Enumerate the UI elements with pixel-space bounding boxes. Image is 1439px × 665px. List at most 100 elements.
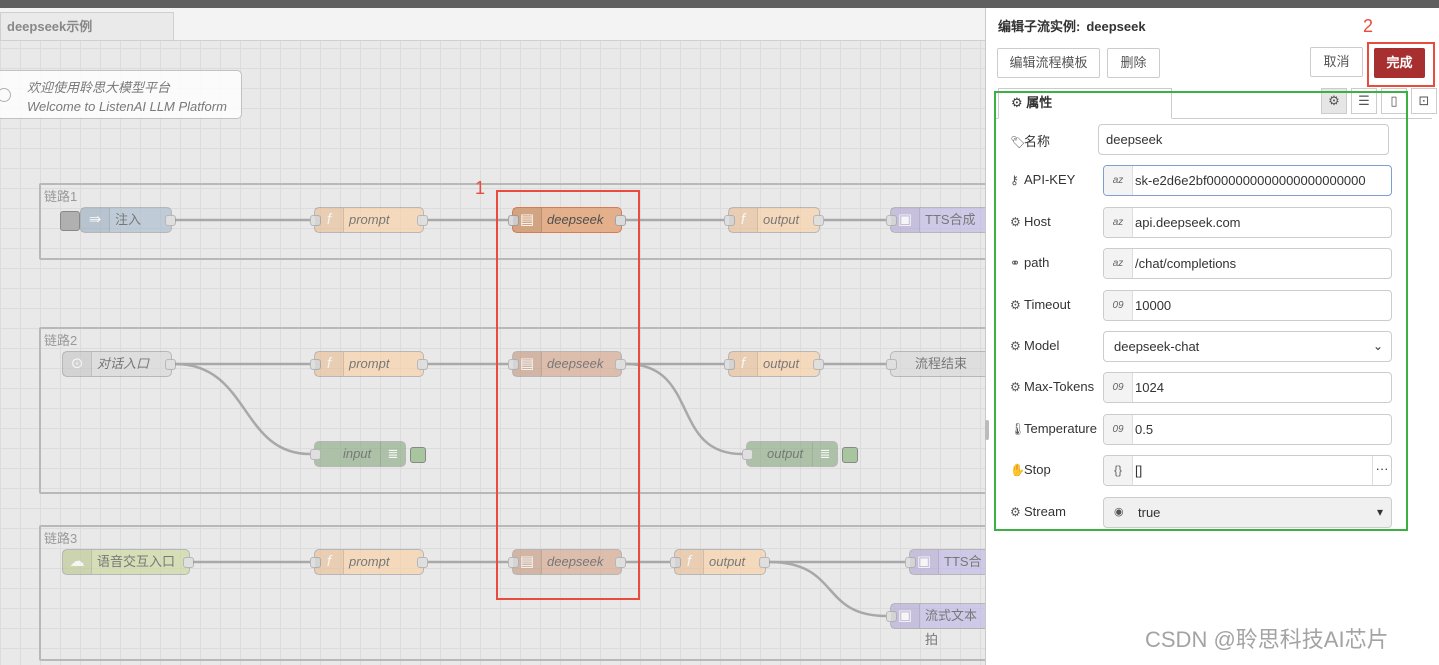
list-icon: ≣ — [380, 442, 405, 466]
function-icon: f — [729, 208, 758, 232]
node-label: prompt — [349, 356, 390, 371]
stop-field[interactable]: {} [] ··· — [1103, 455, 1392, 486]
timeout-label: ⚙ Timeout — [1010, 297, 1071, 312]
output-port[interactable] — [813, 215, 824, 226]
stop-label: ✋Stop — [1010, 462, 1051, 477]
node-function-output[interactable]: f output — [724, 351, 824, 377]
node-function-prompt[interactable]: f prompt — [310, 351, 428, 377]
temperature-label: 🌡Temperature — [1010, 421, 1097, 436]
output-port[interactable] — [165, 359, 176, 370]
host-field[interactable]: az api.deepseek.com — [1103, 207, 1392, 238]
node-chat-entry[interactable]: ⊙ 对话入口 — [62, 351, 176, 377]
debug-toggle-button[interactable] — [410, 447, 426, 463]
node-function-output[interactable]: f output — [724, 207, 824, 233]
node-label: prompt — [349, 212, 390, 227]
output-port[interactable] — [165, 215, 176, 226]
panel-title-text: 编辑子流实例: — [998, 19, 1081, 34]
input-port[interactable] — [742, 449, 753, 460]
group-label: 链路2 — [44, 333, 78, 348]
node-function-output[interactable]: f output — [670, 549, 770, 575]
path-value: /chat/completions — [1135, 256, 1237, 271]
temperature-field[interactable]: 09 0.5 — [1103, 414, 1392, 445]
timeout-value: 10000 — [1135, 298, 1172, 313]
panel-resize-handle[interactable] — [985, 420, 989, 440]
host-value: api.deepseek.com — [1135, 215, 1241, 230]
max-tokens-field[interactable]: 09 1024 — [1103, 372, 1392, 403]
output-port[interactable] — [417, 215, 428, 226]
node-label: output — [763, 356, 800, 371]
output-port[interactable] — [417, 557, 428, 568]
flow-workspace[interactable]: deepseek示例 欢迎使用聆思大模型平台 Welcome to Listen… — [0, 8, 985, 665]
model-value: deepseek-chat — [1114, 339, 1200, 354]
done-button[interactable]: 完成 — [1374, 48, 1425, 78]
watermark: CSDN @聆思科技AI芯片 — [1145, 627, 1389, 652]
group-label: 链路3 — [44, 531, 78, 546]
max-tokens-value: 1024 — [1135, 380, 1164, 395]
gear-icon: ⚙ — [1010, 215, 1021, 229]
name-value: deepseek — [1106, 132, 1163, 147]
panel-title-name: deepseek — [1086, 19, 1146, 34]
stream-label: ⚙ Stream — [1010, 504, 1066, 519]
node-label: 流程结束 — [915, 356, 968, 371]
api-key-label: ⚷ API-KEY — [1010, 172, 1076, 187]
node-function-prompt[interactable]: f prompt — [310, 549, 428, 575]
api-key-field[interactable]: az sk-e2d6e2bf0000000000000000000000 — [1103, 165, 1392, 196]
node-inject[interactable]: ⇛ 注入 — [80, 207, 176, 233]
cancel-button[interactable]: 取消 — [1310, 47, 1363, 77]
tag-icon: 🏷 — [1010, 135, 1026, 149]
thermometer-icon: 🌡 — [1010, 422, 1026, 436]
output-port[interactable] — [813, 359, 824, 370]
node-label: prompt — [349, 554, 390, 569]
output-port[interactable] — [183, 557, 194, 568]
node-debug-input[interactable]: input ≣ — [310, 441, 406, 467]
node-function-prompt[interactable]: f prompt — [310, 207, 428, 233]
name-field[interactable]: deepseek — [1098, 124, 1389, 155]
link-icon: ⚭ — [1010, 256, 1021, 270]
bool-type-icon: ◉ — [1114, 506, 1124, 518]
number-type-icon: 09 — [1104, 373, 1133, 402]
path-label: ⚭ path — [1010, 255, 1050, 270]
node-label: output — [709, 554, 746, 569]
group-label: 链路1 — [44, 189, 78, 204]
delete-button[interactable]: 删除 — [1107, 48, 1160, 78]
gear-icon: ⚙ — [1010, 298, 1021, 312]
input-port[interactable] — [886, 359, 897, 370]
tab-appearance-icon[interactable]: ⊡ — [1411, 88, 1437, 114]
gear-icon: ⚙ — [1010, 380, 1021, 394]
model-label: ⚙ Model — [1010, 338, 1060, 353]
function-icon: f — [315, 550, 344, 574]
timeout-field[interactable]: 09 10000 — [1103, 290, 1392, 321]
node-debug-output[interactable]: output ≣ — [742, 441, 838, 467]
gear-icon: ⚙ — [1010, 505, 1021, 519]
node-stream-text[interactable]: ▣ 流式文本拍 — [886, 603, 985, 647]
string-type-icon: az — [1104, 249, 1133, 278]
node-tts[interactable]: ▣ TTS合 — [905, 549, 985, 575]
path-field[interactable]: az /chat/completions — [1103, 248, 1392, 279]
edit-subflow-panel: 编辑子流实例: deepseek 2 编辑流程模板 删除 取消 完成 ⚙ 属性 ⚙… — [985, 8, 1439, 665]
node-label: 对话入口 — [97, 356, 150, 371]
inject-icon: ⇛ — [81, 208, 110, 232]
output-port[interactable] — [759, 557, 770, 568]
edit-template-button[interactable]: 编辑流程模板 — [997, 48, 1100, 78]
api-key-value: sk-e2d6e2bf0000000000000000000000 — [1135, 173, 1366, 188]
function-icon: f — [675, 550, 704, 574]
input-port[interactable] — [310, 449, 321, 460]
debug-toggle-button[interactable] — [842, 447, 858, 463]
stream-select[interactable]: ◉ true ▾ — [1103, 497, 1392, 528]
model-select[interactable]: deepseek-chat ⌄ — [1103, 331, 1392, 362]
node-flow-end[interactable]: 流程结束 — [886, 351, 985, 377]
node-voice-entry[interactable]: ☁ 语音交互入口 — [62, 549, 194, 575]
node-label: output — [763, 212, 800, 227]
host-label: ⚙ Host — [1010, 214, 1051, 229]
tts-icon: ▣ — [891, 208, 920, 232]
hand-icon: ✋ — [1010, 463, 1025, 477]
node-label: output — [767, 446, 804, 461]
voice-icon: ☁ — [63, 550, 92, 574]
inject-trigger-button[interactable] — [60, 211, 80, 231]
more-options-button[interactable]: ··· — [1372, 456, 1391, 485]
output-port[interactable] — [417, 359, 428, 370]
node-tts[interactable]: ▣ TTS合成 — [886, 207, 985, 233]
temperature-value: 0.5 — [1135, 422, 1154, 437]
node-label: 语音交互入口 — [97, 554, 176, 569]
max-tokens-label: ⚙ Max-Tokens — [1010, 379, 1095, 394]
